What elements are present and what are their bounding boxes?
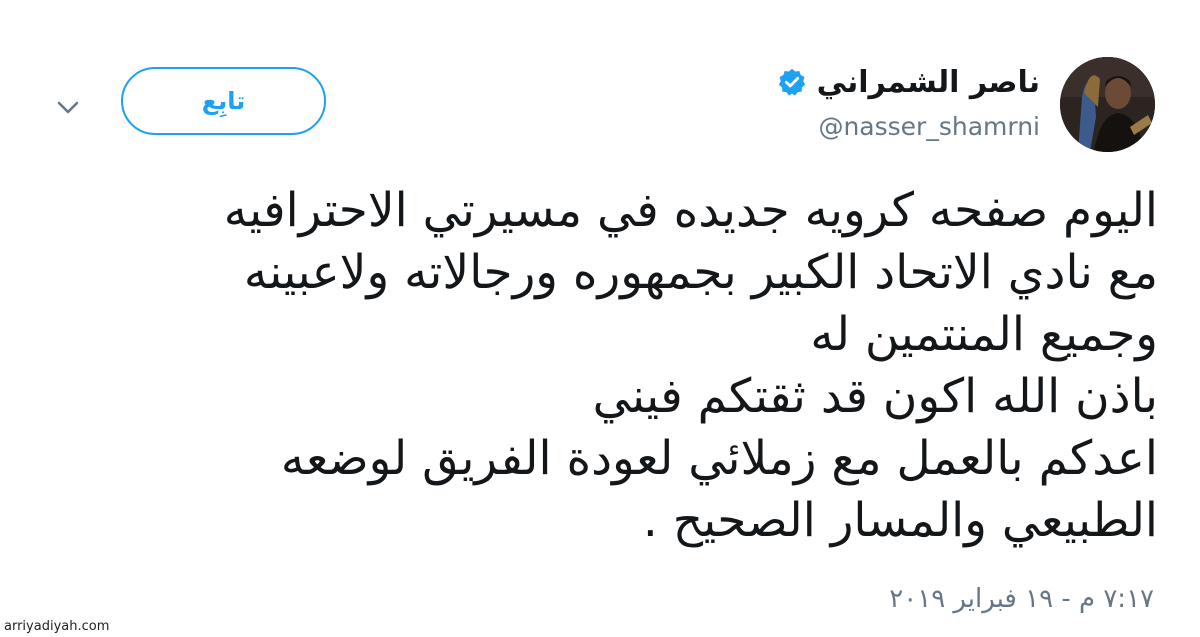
tweet-card: تابِع ناصر الشمراني @nasser_shamrni اليو… — [0, 0, 1200, 637]
chevron-down-glyph — [57, 101, 79, 114]
chevron-down-icon[interactable] — [52, 92, 84, 124]
tweet-text: اليوم صفحه كرويه جديده في مسيرتي الاحترا… — [58, 180, 1158, 552]
tweet-line: مع نادي الاتحاد الكبير بجمهوره ورجالاته … — [243, 245, 1158, 300]
avatar[interactable] — [1060, 57, 1155, 152]
tweet-line: وجميع المنتمين له — [810, 307, 1158, 362]
author-row: ناصر الشمراني — [777, 62, 1040, 102]
display-name[interactable]: ناصر الشمراني — [817, 65, 1040, 100]
tweet-line: اعدكم بالعمل مع زملائي لعودة الفريق لوضع… — [280, 431, 1158, 486]
verified-badge-glyph — [778, 68, 805, 96]
follow-button[interactable]: تابِع — [121, 67, 326, 135]
avatar-image — [1060, 57, 1155, 152]
source-watermark: arriyadiyah.com — [4, 619, 110, 634]
tweet-timestamp[interactable]: ٧:١٧ م - ١٩ فبراير ٢٠١٩ — [889, 584, 1154, 614]
tweet-line: باذن الله اكون قد ثقتكم فيني — [592, 369, 1158, 424]
tweet-line: اليوم صفحه كرويه جديده في مسيرتي الاحترا… — [223, 183, 1158, 238]
user-handle[interactable]: @nasser_shamrni — [818, 112, 1040, 141]
tweet-line: الطبيعي والمسار الصحيح . — [642, 493, 1158, 548]
verified-badge-icon — [777, 67, 807, 97]
